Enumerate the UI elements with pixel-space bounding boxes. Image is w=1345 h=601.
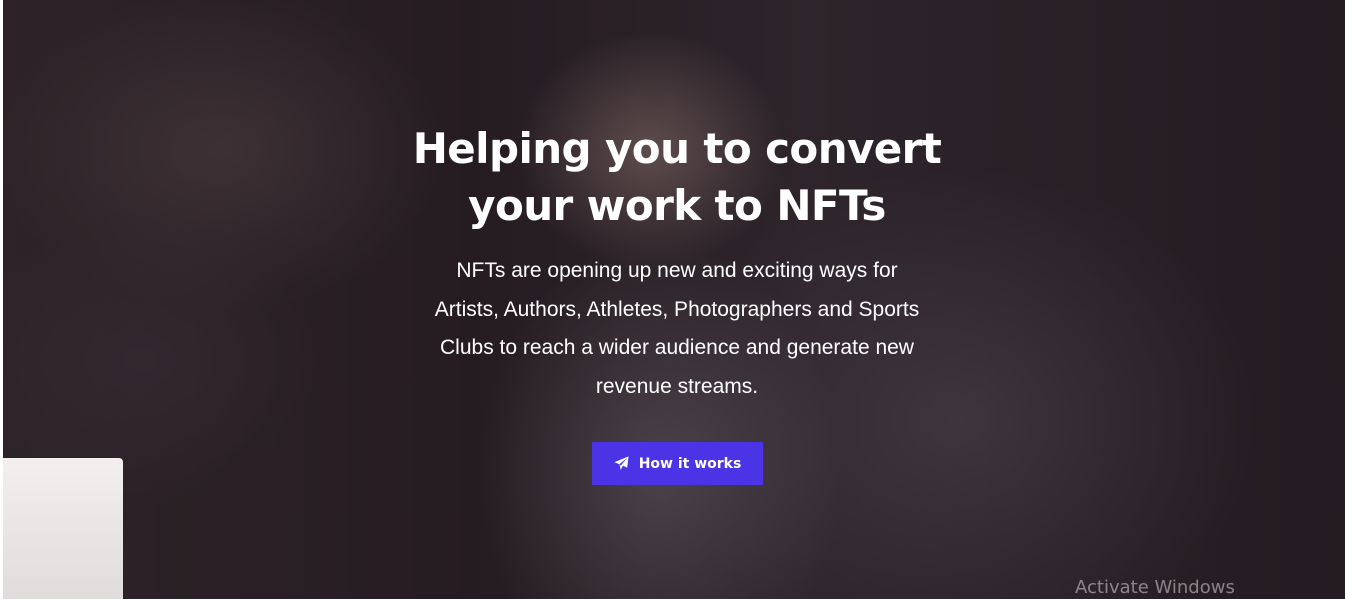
hero-description-line-3: Clubs to reach a wider audience and gene… bbox=[440, 336, 914, 359]
paper-plane-icon bbox=[614, 456, 629, 470]
left-frame-border bbox=[0, 0, 3, 601]
laptop-edge bbox=[3, 458, 123, 601]
hero-description-line-2: Artists, Authors, Athletes, Photographer… bbox=[434, 297, 920, 321]
hero-description-line-1: NFTs are opening up new and exciting way… bbox=[456, 259, 898, 282]
hero-title-line-1: Helping you to convert bbox=[412, 124, 942, 173]
hero-title: Helping you to convert your work to NFTs bbox=[372, 120, 982, 234]
hero-title-line-2: your work to NFTs bbox=[468, 181, 886, 230]
hero-content: Helping you to convert your work to NFTs… bbox=[372, 120, 982, 485]
hero-description: NFTs are opening up new and exciting way… bbox=[397, 252, 957, 406]
activate-windows-watermark: Activate Windows bbox=[1075, 577, 1235, 598]
how-it-works-button[interactable]: How it works bbox=[591, 442, 763, 485]
hero-description-line-4: revenue streams. bbox=[595, 374, 759, 398]
how-it-works-label: How it works bbox=[638, 455, 742, 472]
hero-section: Helping you to convert your work to NFTs… bbox=[0, 0, 1345, 601]
